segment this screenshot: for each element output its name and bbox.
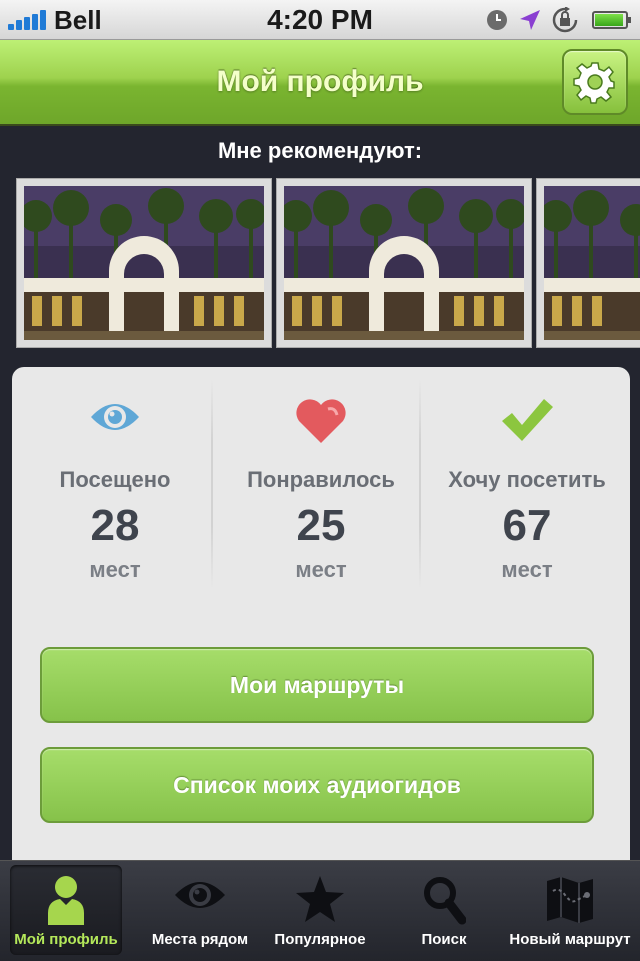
stat-value: 28	[90, 501, 140, 550]
divider	[211, 379, 213, 589]
stat-label: Понравилось	[247, 467, 395, 492]
heart-icon	[296, 399, 346, 443]
clock-icon	[487, 10, 507, 30]
rotation-lock-icon	[552, 7, 578, 33]
stat-label: Хочу посетить	[448, 467, 606, 492]
tab-label: Поиск	[421, 931, 467, 948]
park-arch-photo	[24, 186, 264, 340]
tab-bar: Мой профиль Места рядом Популярное Поиск…	[0, 860, 640, 961]
eye-icon	[91, 404, 139, 430]
recommendation-photo[interactable]	[16, 178, 272, 348]
recommendation-photo[interactable]	[536, 178, 640, 348]
tab-label: Места рядом	[151, 931, 249, 948]
tab-label: Популярное	[274, 931, 366, 948]
status-bar: Bell 4:20 PM	[0, 0, 640, 40]
tab-label: Новый маршрут	[509, 931, 631, 948]
battery-icon	[592, 11, 631, 29]
page-title: Мой профиль	[216, 65, 424, 98]
park-arch-photo	[284, 186, 524, 340]
search-icon	[424, 877, 466, 925]
my-audioguides-button[interactable]: Список моих аудиогидов	[40, 747, 594, 823]
divider	[419, 379, 421, 589]
stat-want-to-visit[interactable]: Хочу посетить 67 мест	[424, 367, 630, 597]
recommendation-photo[interactable]	[276, 178, 532, 348]
location-arrow-icon	[520, 10, 540, 30]
stat-unit: мест	[295, 557, 347, 582]
checkmark-icon	[502, 399, 553, 441]
stat-visited[interactable]: Посещено 28 мест	[12, 367, 218, 597]
tab-nearby[interactable]: Места рядом	[136, 861, 264, 961]
recommendations-carousel[interactable]	[0, 178, 640, 350]
eye-icon	[175, 882, 225, 908]
recommendations-title: Мне рекомендуют:	[217, 138, 423, 163]
stat-value: 67	[502, 501, 552, 550]
tab-search[interactable]: Поиск	[390, 861, 498, 961]
my-routes-button[interactable]: Мои маршруты	[40, 647, 594, 723]
settings-button[interactable]	[562, 49, 628, 115]
stat-liked[interactable]: Понравилось 25 мест	[218, 367, 424, 597]
tab-my-profile[interactable]: Мой профиль	[0, 861, 132, 961]
map-icon	[547, 877, 593, 923]
tab-new-route[interactable]: Новый маршрут	[502, 861, 638, 961]
star-icon	[296, 876, 344, 922]
stat-value: 25	[296, 501, 346, 550]
stat-unit: мест	[501, 557, 553, 582]
park-arch-photo	[544, 186, 640, 340]
profile-stats-card: Посещено 28 мест Понравилось 25 мест Хоч…	[12, 367, 630, 887]
tab-label: Мой профиль	[14, 931, 118, 948]
navigation-bar: Мой профиль	[0, 40, 640, 126]
stat-label: Посещено	[59, 467, 171, 492]
tab-popular[interactable]: Популярное	[264, 861, 376, 961]
user-icon	[48, 876, 84, 925]
stat-unit: мест	[89, 557, 141, 582]
gear-icon	[573, 62, 615, 104]
